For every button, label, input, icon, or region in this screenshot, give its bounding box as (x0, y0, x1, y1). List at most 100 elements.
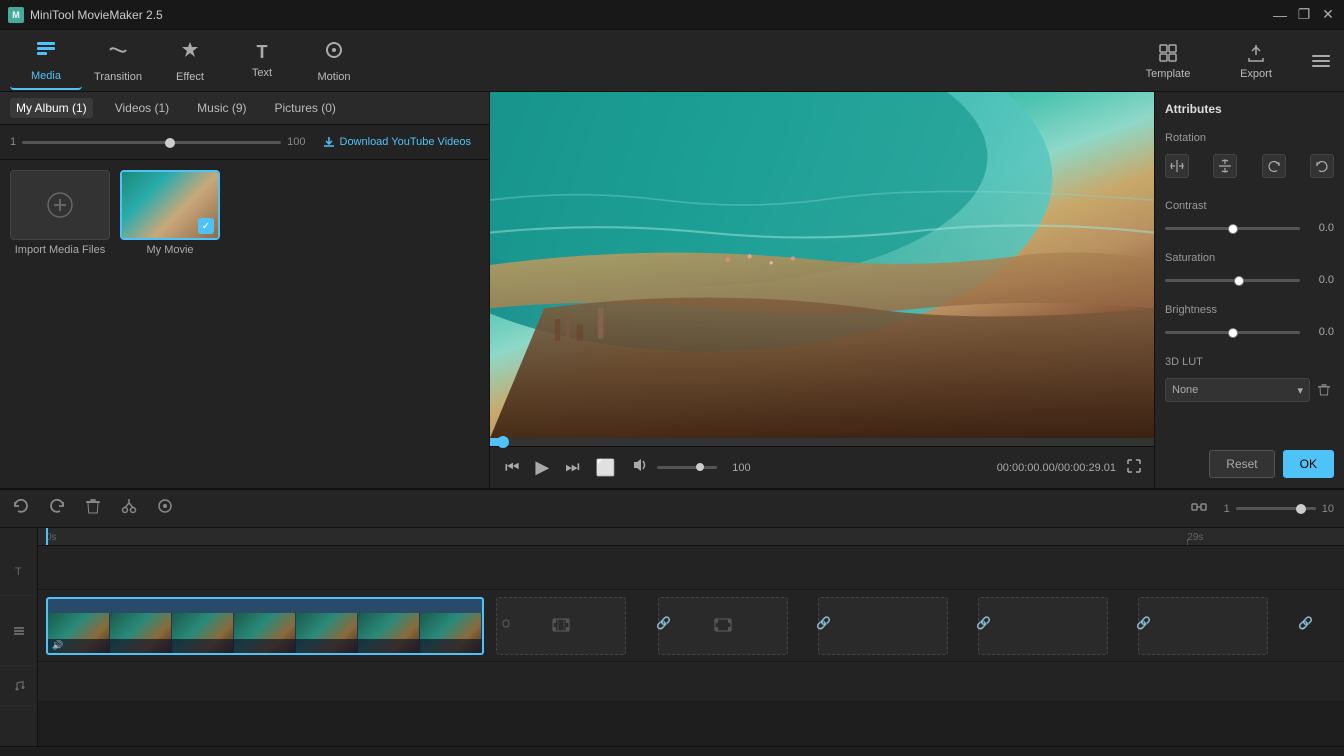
menu-button[interactable] (1308, 51, 1334, 71)
import-media-item[interactable]: Import Media Files (10, 170, 110, 256)
skip-forward-button[interactable]: ⏭ (562, 456, 582, 480)
brightness-slider[interactable] (1165, 331, 1300, 334)
total-time: 00:00:29.01 (1058, 462, 1116, 474)
download-icon (322, 135, 336, 149)
ruler-mark-29s: 29s (1187, 532, 1203, 543)
lut-current-value: None (1172, 384, 1198, 396)
redo-icon (48, 497, 66, 515)
nav-my-album[interactable]: My Album (1) (10, 98, 93, 118)
toolbar-transition[interactable]: Transition (82, 32, 154, 90)
empty-slot-3[interactable] (818, 597, 948, 655)
saturation-slider[interactable] (1165, 279, 1300, 282)
contrast-value: 0.0 (1306, 222, 1334, 234)
fullscreen-button[interactable] (1126, 458, 1142, 477)
title-track-row (38, 546, 1344, 590)
media-controls-bar: 1 100 Download YouTube Videos (0, 125, 489, 160)
video-clip[interactable]: 🔊 (46, 597, 484, 655)
restore-button[interactable]: ❐ (1296, 7, 1312, 23)
redo-button[interactable] (46, 495, 68, 522)
nav-music[interactable]: Music (9) (191, 98, 252, 118)
flip-v-icon (1217, 158, 1233, 174)
snap-button[interactable] (1190, 498, 1208, 519)
app-title: MiniTool MovieMaker 2.5 (30, 8, 163, 22)
empty-slot-2[interactable] (658, 597, 788, 655)
volume-slider[interactable] (657, 466, 717, 469)
toolbar-effect[interactable]: Effect (154, 32, 226, 90)
flip-horizontal-button[interactable] (1165, 154, 1189, 178)
export-icon (1245, 42, 1267, 64)
special-icon (156, 497, 174, 515)
toolbar-export[interactable]: Export (1220, 32, 1292, 90)
import-media-thumb[interactable] (10, 170, 110, 240)
minimize-button[interactable]: — (1272, 7, 1288, 23)
empty-slot-5[interactable] (1138, 597, 1268, 655)
timeline-tracks: 0s 29s (38, 528, 1344, 746)
media-grid: Import Media Files ✓ My Movie (0, 160, 489, 488)
film-strip-icon-2 (713, 615, 733, 635)
contrast-slider[interactable] (1165, 227, 1300, 230)
playhead (46, 528, 48, 545)
clip-audio-bar: 🔊 (48, 639, 482, 653)
rotation-controls (1165, 154, 1334, 178)
brightness-value: 0.0 (1306, 326, 1334, 338)
cut-button[interactable] (118, 495, 140, 522)
toolbar-text[interactable]: T Text (226, 32, 298, 90)
special-tool-button[interactable] (154, 495, 176, 522)
empty-slot-4[interactable] (978, 597, 1108, 655)
fullscreen-icon (1126, 458, 1142, 474)
ok-button[interactable]: OK (1283, 450, 1334, 478)
undo-button[interactable] (10, 495, 32, 522)
my-movie-thumb[interactable]: ✓ (120, 170, 220, 240)
toolbar-media[interactable]: Media (10, 32, 82, 90)
download-youtube-button[interactable]: Download YouTube Videos (314, 131, 480, 153)
motion-label: Motion (317, 71, 350, 83)
brightness-row: Brightness 0.0 (1165, 304, 1334, 338)
hamburger-icon (12, 624, 26, 638)
timeline-zoom-max: 10 (1322, 503, 1334, 515)
my-movie-item[interactable]: ✓ My Movie (120, 170, 220, 256)
play-button[interactable]: ▶ (532, 454, 552, 481)
playback-bar[interactable] (490, 438, 1154, 446)
attributes-buttons: Reset OK (1165, 450, 1334, 478)
timeline-zoom-slider[interactable] (1236, 507, 1316, 510)
zoom-container: 1 100 (10, 136, 306, 148)
audio-icon-small: 🔊 (52, 640, 63, 651)
svg-text:T: T (15, 566, 22, 578)
volume-icon[interactable] (629, 454, 651, 481)
text-icon: T (257, 42, 268, 63)
time-display: 00:00:00.00/00:00:29.01 (997, 462, 1116, 474)
rotate-left-button[interactable] (1310, 154, 1334, 178)
import-plus-icon (45, 190, 75, 220)
nav-videos[interactable]: Videos (1) (109, 98, 175, 118)
chain-link-icon-1 (498, 616, 514, 632)
timeline-scrollbar[interactable] (0, 746, 1344, 756)
flip-h-icon (1169, 158, 1185, 174)
saturation-label: Saturation (1165, 252, 1334, 264)
delete-clip-button[interactable] (82, 495, 104, 522)
toolbar-template[interactable]: Template (1132, 32, 1204, 90)
saturation-slider-row: 0.0 (1165, 274, 1334, 286)
lut-delete-button[interactable] (1314, 380, 1334, 400)
crop-button[interactable]: ⬜ (593, 455, 619, 481)
toolbar-motion[interactable]: Motion (298, 32, 370, 90)
link-connector-6: 🔗 (1298, 616, 1313, 630)
rotate-right-button[interactable] (1262, 154, 1286, 178)
flip-vertical-button[interactable] (1213, 154, 1237, 178)
brightness-label: Brightness (1165, 304, 1334, 316)
lut-select[interactable]: None ▾ (1165, 378, 1310, 402)
reset-button[interactable]: Reset (1209, 450, 1274, 478)
toolbar: Media Transition Effect T Text Motion (0, 30, 1344, 92)
timeline-tools-right: 1 10 (1190, 498, 1334, 519)
audio-track-row (38, 662, 1344, 702)
nav-pictures[interactable]: Pictures (0) (269, 98, 342, 118)
close-button[interactable]: ✕ (1320, 7, 1336, 23)
main-area: My Album (1) Videos (1) Music (9) Pictur… (0, 92, 1344, 488)
audio-track-icon (0, 666, 37, 706)
center-panel: ⏮ ▶ ⏭ ⬜ 100 00:00:00.00/00:00:29.01 (490, 92, 1154, 488)
zoom-slider[interactable] (22, 141, 281, 144)
music-note-icon (12, 679, 26, 693)
skip-back-button[interactable]: ⏮ (502, 456, 522, 480)
lut-row: 3D LUT None ▾ (1165, 356, 1334, 402)
titlebar-controls[interactable]: — ❐ ✕ (1272, 7, 1336, 23)
video-track-row: 🔊 (38, 590, 1344, 662)
